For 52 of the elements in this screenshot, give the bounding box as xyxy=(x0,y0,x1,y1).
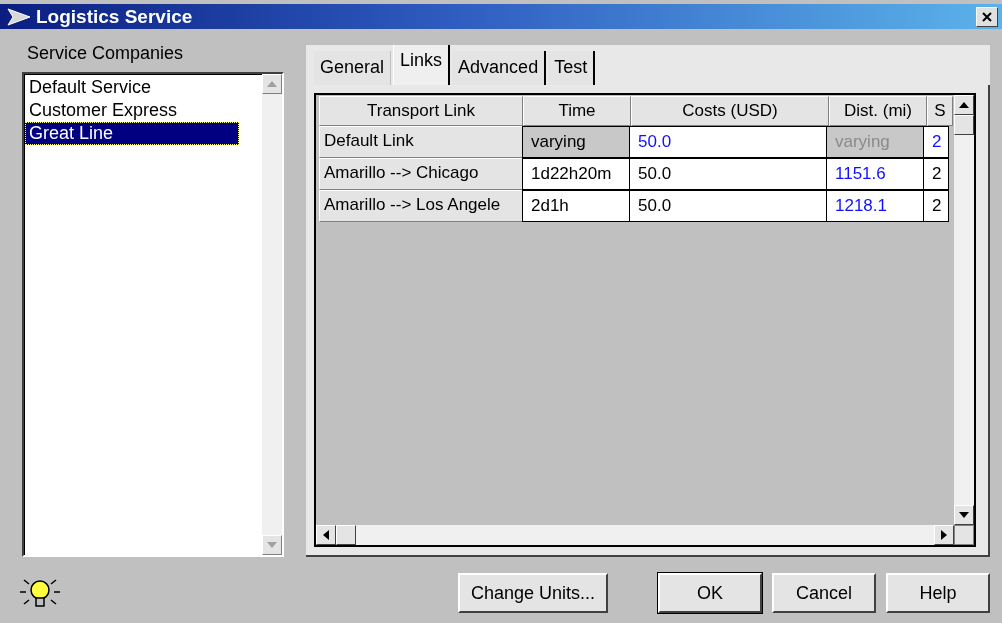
scroll-down-button[interactable] xyxy=(954,505,974,525)
dialog-button[interactable]: Cancel xyxy=(772,573,876,613)
scroll-right-button[interactable] xyxy=(934,525,954,545)
list-item[interactable]: Great Line xyxy=(25,122,239,145)
table-cell: 2 xyxy=(923,158,949,190)
up-arrow-icon xyxy=(267,81,277,87)
app-icon xyxy=(6,6,32,27)
list-item[interactable]: Customer Express xyxy=(25,99,261,122)
vertical-scrollbar[interactable] xyxy=(954,95,974,525)
right-arrow-icon xyxy=(941,530,947,540)
left-arrow-icon xyxy=(323,530,329,540)
tab[interactable]: Advanced xyxy=(452,51,547,85)
scroll-thumb[interactable] xyxy=(954,115,974,135)
table-cell: 50.0 xyxy=(629,126,827,158)
scroll-left-button[interactable] xyxy=(316,525,336,545)
tab[interactable]: Test xyxy=(548,51,596,85)
row-header[interactable]: Amarillo --> Chicago xyxy=(319,158,523,190)
table-cell: 50.0 xyxy=(629,190,827,222)
close-icon xyxy=(982,11,992,22)
column-header[interactable]: Time xyxy=(523,96,631,126)
window-title: Logistics Service xyxy=(36,5,193,28)
table-cell: varying xyxy=(522,126,630,158)
list-item[interactable]: Default Service xyxy=(25,76,261,99)
row-header[interactable]: Default Link xyxy=(319,126,523,158)
dialog-button[interactable]: Change Units... xyxy=(458,573,608,613)
table-cell: 1d22h20m xyxy=(522,158,630,190)
horizontal-scrollbar[interactable] xyxy=(316,525,954,545)
list-label: Service Companies xyxy=(26,43,185,64)
table-cell: 1151.6 xyxy=(826,158,924,190)
table-cell: 2 xyxy=(923,190,949,222)
table-cell: 1218.1 xyxy=(826,190,924,222)
column-header[interactable]: Costs (USD) xyxy=(631,96,829,126)
row-header[interactable]: Amarillo --> Los Angele xyxy=(319,190,523,222)
table-cell: 2d1h xyxy=(522,190,630,222)
table-cell: 50.0 xyxy=(629,158,827,190)
down-arrow-icon xyxy=(267,542,277,548)
scroll-thumb[interactable] xyxy=(336,525,356,545)
size-grip xyxy=(954,525,974,545)
tab[interactable]: Links xyxy=(393,45,451,85)
table-cell: 2 xyxy=(923,126,949,158)
tab[interactable]: General xyxy=(314,51,392,85)
up-arrow-icon xyxy=(959,102,969,108)
down-arrow-icon xyxy=(959,512,969,518)
scroll-up-button[interactable] xyxy=(954,95,974,115)
column-header[interactable]: Transport Link xyxy=(319,96,523,126)
dialog-button[interactable]: OK xyxy=(658,573,762,613)
column-header[interactable]: S xyxy=(927,96,953,126)
column-header[interactable]: Dist. (mi) xyxy=(829,96,927,126)
close-button[interactable] xyxy=(976,6,998,27)
table-cell: varying xyxy=(826,126,924,158)
dialog-button[interactable]: Help xyxy=(886,573,990,613)
lightbulb-icon[interactable] xyxy=(18,576,62,610)
